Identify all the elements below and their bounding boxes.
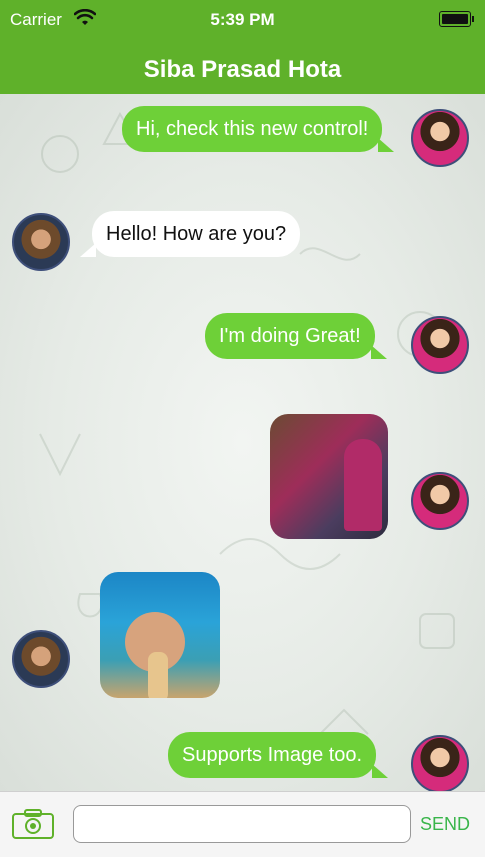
message-bubble-outgoing[interactable]: Hi, check this new control! [122,106,395,152]
status-bar: Carrier 5:39 PM [0,0,485,40]
avatar[interactable] [12,213,70,271]
avatar[interactable] [411,472,469,530]
photo-coral-stem [148,652,168,698]
chat-screen: Carrier 5:39 PM Siba Prasad Hota Hi, che… [0,0,485,857]
camera-icon[interactable] [12,809,54,839]
message-bubble-outgoing[interactable]: Supports Image too. [168,732,389,778]
doodle-background [39,111,455,735]
message-bubble-incoming[interactable]: Hello! How are you? [79,211,301,257]
header: Carrier 5:39 PM Siba Prasad Hota [0,0,485,94]
message-list[interactable]: Hi, check this new control! Hello! How a… [0,94,485,793]
message-bubble-outgoing[interactable]: I'm doing Great! [205,313,387,359]
battery-icon [439,11,474,27]
avatar[interactable] [411,735,469,793]
input-bar: SEND [0,791,485,857]
avatar[interactable] [12,630,70,688]
send-button[interactable]: SEND [420,814,470,835]
status-time: 5:39 PM [210,10,275,29]
image-message[interactable] [270,414,388,539]
page-title: Siba Prasad Hota [143,56,342,83]
photo-figure [344,439,382,531]
avatar[interactable] [411,109,469,167]
avatar[interactable] [411,316,469,374]
image-message[interactable] [100,572,220,698]
message-input[interactable] [73,805,411,843]
